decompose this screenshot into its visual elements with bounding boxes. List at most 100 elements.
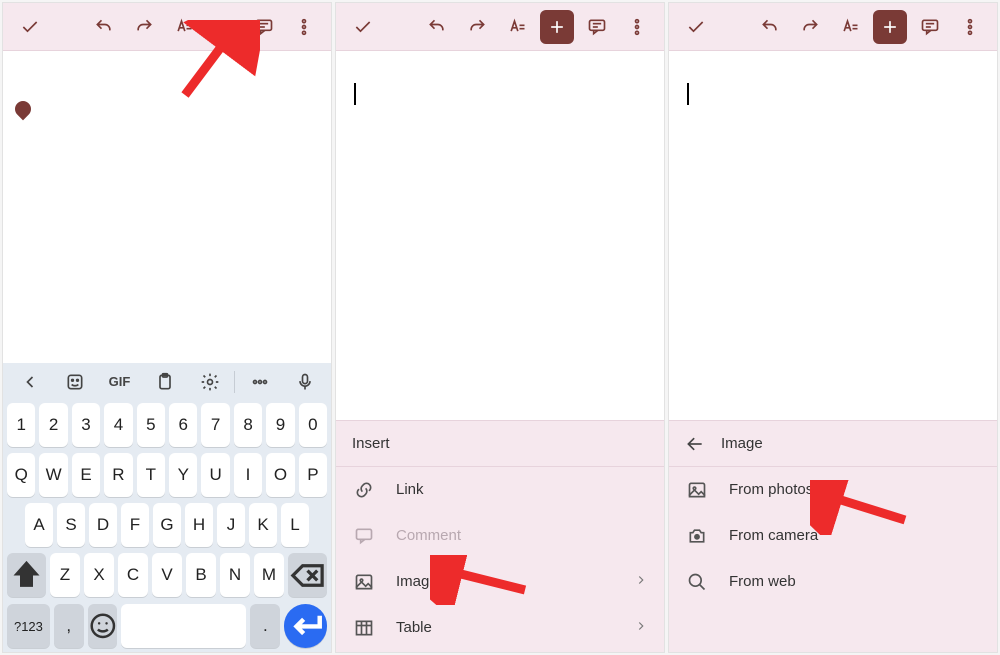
key-1[interactable]: 1 <box>7 403 35 447</box>
key-space[interactable] <box>121 604 246 648</box>
text-format-button[interactable] <box>833 10 867 44</box>
key-0[interactable]: 0 <box>299 403 327 447</box>
kb-zxcv-row: Z X C V B N M <box>3 550 331 600</box>
kb-settings-button[interactable] <box>189 365 230 399</box>
text-cursor <box>354 83 356 105</box>
more-button[interactable] <box>620 10 654 44</box>
image-from-camera-label: From camera <box>729 527 818 544</box>
image-from-camera-item[interactable]: From camera <box>669 513 997 559</box>
key-6[interactable]: 6 <box>169 403 197 447</box>
key-k[interactable]: K <box>249 503 277 547</box>
insert-button[interactable] <box>207 10 241 44</box>
key-x[interactable]: X <box>84 553 114 597</box>
undo-button[interactable] <box>87 10 121 44</box>
insert-table-item[interactable]: Table <box>336 605 664 651</box>
key-u[interactable]: U <box>201 453 229 497</box>
kb-suggestion-row: GIF <box>3 363 331 400</box>
done-check-button[interactable] <box>346 10 380 44</box>
key-d[interactable]: D <box>89 503 117 547</box>
top-toolbar <box>3 3 331 51</box>
kb-collapse-button[interactable] <box>9 365 50 399</box>
key-v[interactable]: V <box>152 553 182 597</box>
insert-button[interactable] <box>873 10 907 44</box>
key-t[interactable]: T <box>137 453 165 497</box>
undo-button[interactable] <box>753 10 787 44</box>
image-sheet: Image From photos From camera From web <box>669 420 997 652</box>
image-from-photos-item[interactable]: From photos <box>669 467 997 513</box>
text-format-button[interactable] <box>500 10 534 44</box>
key-g[interactable]: G <box>153 503 181 547</box>
key-e[interactable]: E <box>72 453 100 497</box>
text-cursor <box>687 83 689 105</box>
key-3[interactable]: 3 <box>72 403 100 447</box>
insert-comment-item: Comment <box>336 513 664 559</box>
key-s[interactable]: S <box>57 503 85 547</box>
key-4[interactable]: 4 <box>104 403 132 447</box>
comment-button[interactable] <box>580 10 614 44</box>
key-a[interactable]: A <box>25 503 53 547</box>
key-n[interactable]: N <box>220 553 250 597</box>
image-from-web-item[interactable]: From web <box>669 559 997 605</box>
insert-image-label: Image <box>396 573 438 590</box>
comment-button[interactable] <box>247 10 281 44</box>
insert-sheet: Insert Link Comment Image Ta <box>336 420 664 652</box>
key-w[interactable]: W <box>39 453 67 497</box>
key-r[interactable]: R <box>104 453 132 497</box>
done-check-button[interactable] <box>13 10 47 44</box>
key-h[interactable]: H <box>185 503 213 547</box>
key-p[interactable]: P <box>299 453 327 497</box>
key-c[interactable]: C <box>118 553 148 597</box>
key-7[interactable]: 7 <box>201 403 229 447</box>
key-j[interactable]: J <box>217 503 245 547</box>
insert-sheet-title: Insert <box>336 421 664 467</box>
panel-2: Insert Link Comment Image Ta <box>335 2 665 653</box>
key-l[interactable]: L <box>281 503 309 547</box>
key-5[interactable]: 5 <box>137 403 165 447</box>
key-2[interactable]: 2 <box>39 403 67 447</box>
insert-link-label: Link <box>396 481 424 498</box>
key-8[interactable]: 8 <box>234 403 262 447</box>
text-format-button[interactable] <box>167 10 201 44</box>
key-shift[interactable] <box>7 553 46 597</box>
done-check-button[interactable] <box>679 10 713 44</box>
more-button[interactable] <box>953 10 987 44</box>
key-o[interactable]: O <box>266 453 294 497</box>
back-button[interactable] <box>685 434 705 454</box>
undo-button[interactable] <box>420 10 454 44</box>
key-f[interactable]: F <box>121 503 149 547</box>
redo-button[interactable] <box>127 10 161 44</box>
kb-sticker-button[interactable] <box>54 365 95 399</box>
insert-link-item[interactable]: Link <box>336 467 664 513</box>
image-title-label: Image <box>721 435 763 452</box>
kb-more-button[interactable] <box>239 365 280 399</box>
insert-image-item[interactable]: Image <box>336 559 664 605</box>
key-y[interactable]: Y <box>169 453 197 497</box>
image-from-web-label: From web <box>729 573 796 590</box>
insert-button[interactable] <box>540 10 574 44</box>
document-canvas[interactable]: Image From photos From camera From web <box>669 51 997 652</box>
more-button[interactable] <box>287 10 321 44</box>
comment-button[interactable] <box>913 10 947 44</box>
document-canvas[interactable]: Insert Link Comment Image Ta <box>336 51 664 652</box>
key-b[interactable]: B <box>186 553 216 597</box>
redo-button[interactable] <box>460 10 494 44</box>
key-backspace[interactable] <box>288 553 327 597</box>
kb-clipboard-button[interactable] <box>144 365 185 399</box>
key-m[interactable]: M <box>254 553 284 597</box>
key-enter[interactable] <box>284 604 327 648</box>
key-i[interactable]: I <box>234 453 262 497</box>
panel-3: Image From photos From camera From web <box>668 2 998 653</box>
key-q[interactable]: Q <box>7 453 35 497</box>
kb-gif-button[interactable]: GIF <box>99 365 140 399</box>
key-symbols[interactable]: ?123 <box>7 604 50 648</box>
document-canvas[interactable]: B I U A GIF <box>3 51 331 652</box>
top-toolbar <box>669 3 997 51</box>
redo-button[interactable] <box>793 10 827 44</box>
insert-comment-label: Comment <box>396 527 461 544</box>
key-9[interactable]: 9 <box>266 403 294 447</box>
key-z[interactable]: Z <box>50 553 80 597</box>
key-comma[interactable]: , <box>54 604 84 648</box>
key-emoji[interactable] <box>88 604 118 648</box>
key-period[interactable]: . <box>250 604 280 648</box>
kb-mic-button[interactable] <box>284 365 325 399</box>
